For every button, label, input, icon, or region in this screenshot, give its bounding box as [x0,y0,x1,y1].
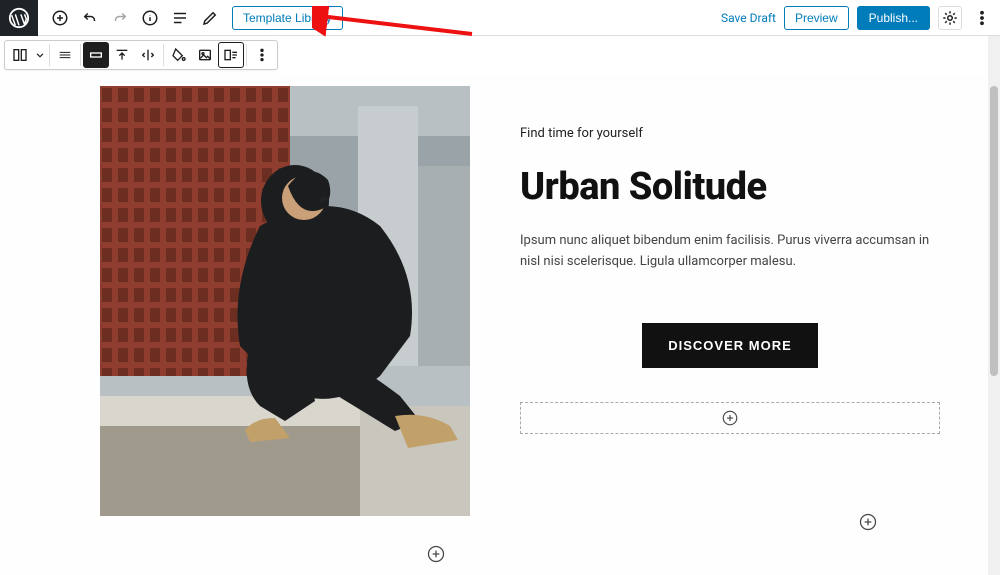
cta-button[interactable]: DISCOVER MORE [642,323,818,368]
hero-block[interactable]: Find time for yourself Urban Solitude Ip… [100,86,960,516]
body-text[interactable]: Ipsum nunc aliquet bibendum enim facilis… [520,231,940,273]
redo-button[interactable] [108,6,132,30]
wp-logo[interactable] [0,0,38,36]
paint-bucket-icon[interactable] [166,42,192,68]
more-options-icon[interactable] [249,42,275,68]
align-h-center-icon[interactable] [135,42,161,68]
more-vertical-icon[interactable] [970,6,994,30]
add-block-dashed[interactable] [520,402,940,434]
save-draft-link[interactable]: Save Draft [721,11,776,25]
scrollbar-thumb[interactable] [990,86,998,376]
align-v-top-icon[interactable] [109,42,135,68]
tagline-text[interactable]: Find time for yourself [520,126,940,141]
headline-text[interactable]: Urban Solitude [520,165,940,209]
media-text-icon[interactable] [218,42,244,68]
settings-gear-icon[interactable] [938,6,962,30]
columns-icon[interactable] [7,42,33,68]
add-block-right[interactable] [857,511,879,533]
preview-button[interactable]: Preview [784,6,849,30]
add-icon [721,409,739,427]
vertical-scrollbar[interactable] [988,36,1000,575]
info-icon[interactable] [138,6,162,30]
editor-canvas[interactable]: Find time for yourself Urban Solitude Ip… [0,76,988,575]
add-block-below[interactable] [425,543,447,565]
hero-content: Find time for yourself Urban Solitude Ip… [520,86,960,516]
hero-image[interactable] [100,86,470,516]
topbar-right-tools: Save Draft Preview Publish... [721,6,1000,30]
outline-icon[interactable] [168,6,192,30]
align-full-width-icon[interactable] [83,42,109,68]
undo-button[interactable] [78,6,102,30]
editor-topbar: Template Library Save Draft Preview Publ… [0,0,1000,36]
chevron-down-icon[interactable] [33,42,47,68]
add-block-button[interactable] [48,6,72,30]
image-icon[interactable] [192,42,218,68]
wordpress-icon [8,7,30,29]
edit-icon[interactable] [198,6,222,30]
topbar-left-tools [38,6,232,30]
block-toolbar [4,40,278,70]
drag-handle-icon[interactable] [52,42,78,68]
template-library-button[interactable]: Template Library [232,6,343,30]
publish-button[interactable]: Publish... [857,6,930,30]
